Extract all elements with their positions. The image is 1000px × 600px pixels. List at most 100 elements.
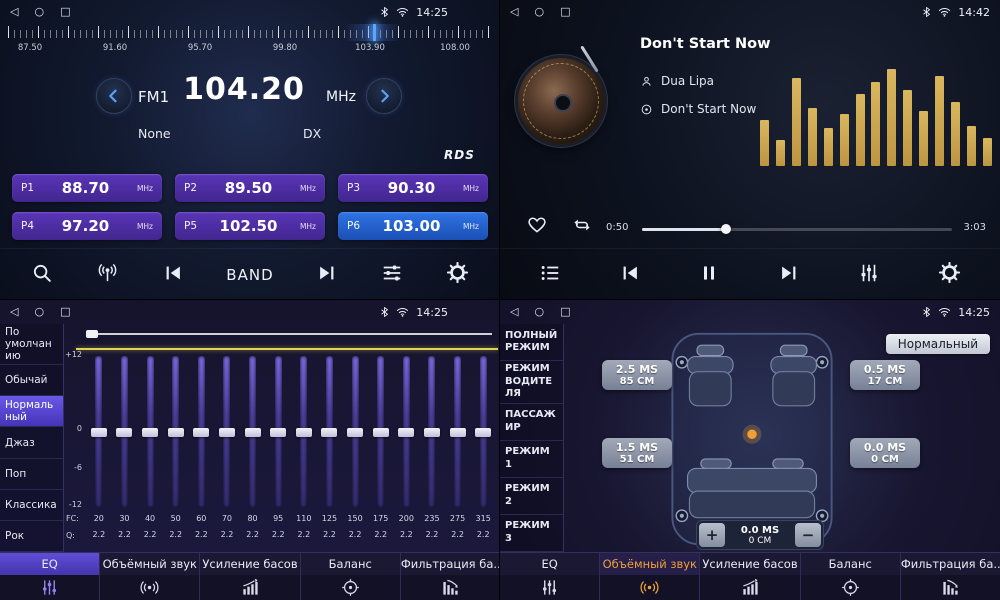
delay-decrease-button[interactable]: − xyxy=(795,523,821,547)
preset-p5[interactable]: P5102.50MHz xyxy=(175,212,325,240)
repeat-button[interactable] xyxy=(572,215,592,239)
playlist-button[interactable] xyxy=(539,262,561,288)
eq-top-rail-handle[interactable] xyxy=(86,330,98,338)
eq-band-handle[interactable] xyxy=(450,428,466,437)
tab-filter[interactable]: Фильтрация ба... xyxy=(901,553,1000,600)
eq-band-slider[interactable] xyxy=(480,356,487,508)
eq-band-handle[interactable] xyxy=(296,428,312,437)
scan-button[interactable] xyxy=(31,262,53,288)
frequency-ruler[interactable]: 87.50 91.60 95.70 99.80 103.90 108.00 xyxy=(0,24,500,60)
previous-station-button[interactable] xyxy=(162,262,184,288)
eq-band-slider[interactable] xyxy=(121,356,128,508)
eq-band-handle[interactable] xyxy=(219,428,235,437)
progress-bar[interactable] xyxy=(642,228,952,231)
tune-down-button[interactable] xyxy=(96,78,132,114)
home-icon[interactable]: ○ xyxy=(534,300,544,324)
next-track-button[interactable] xyxy=(778,262,800,288)
eq-preset-item[interactable]: По умолчанию xyxy=(0,324,63,365)
back-icon[interactable]: ◁ xyxy=(10,0,18,24)
back-icon[interactable]: ◁ xyxy=(10,300,18,324)
eq-band-handle[interactable] xyxy=(398,428,414,437)
eq-band-handle[interactable] xyxy=(270,428,286,437)
preset-p3[interactable]: P390.30MHz xyxy=(338,174,488,202)
listener-position-dot[interactable] xyxy=(747,430,756,439)
home-icon[interactable]: ○ xyxy=(34,0,44,24)
preset-p6[interactable]: P6103.00MHz xyxy=(338,212,488,240)
preset-p4[interactable]: P497.20MHz xyxy=(12,212,162,240)
home-icon[interactable]: ○ xyxy=(534,0,544,24)
delay-rear-right[interactable]: 0.0 MS0 CM xyxy=(850,438,920,468)
tab-bass-boost[interactable]: Усиление басов xyxy=(200,553,300,600)
home-icon[interactable]: ○ xyxy=(34,300,44,324)
next-station-button[interactable] xyxy=(316,262,338,288)
tab-filter[interactable]: Фильтрация ба... xyxy=(401,553,500,600)
eq-band-handle[interactable] xyxy=(321,428,337,437)
eq-band-slider[interactable] xyxy=(403,356,410,508)
recents-icon[interactable]: □ xyxy=(60,300,70,324)
eq-band-slider[interactable] xyxy=(198,356,205,508)
eq-band-handle[interactable] xyxy=(347,428,363,437)
recents-icon[interactable]: □ xyxy=(560,0,570,24)
eq-band-handle[interactable] xyxy=(475,428,491,437)
mode-item-3[interactable]: РЕЖИМ 3 xyxy=(500,515,563,552)
eq-band-slider[interactable] xyxy=(377,356,384,508)
tab-balance[interactable]: Баланс xyxy=(801,553,901,600)
settings-button[interactable] xyxy=(446,261,469,288)
eq-band-handle[interactable] xyxy=(245,428,261,437)
favorite-button[interactable] xyxy=(526,214,548,240)
mode-item-2[interactable]: РЕЖИМ 2 xyxy=(500,478,563,515)
eq-preset-item[interactable]: Нормальный xyxy=(0,396,63,427)
eq-band-slider[interactable] xyxy=(95,356,102,508)
recents-icon[interactable]: □ xyxy=(560,300,570,324)
tab-surround-sound[interactable]: Объёмный звук xyxy=(100,553,200,600)
eq-band-handle[interactable] xyxy=(116,428,132,437)
settings-button[interactable] xyxy=(938,261,961,288)
mode-item-1[interactable]: РЕЖИМ 1 xyxy=(500,441,563,478)
sound-profile-button[interactable]: Нормальный xyxy=(886,334,990,354)
tab-eq[interactable]: EQ xyxy=(0,553,100,600)
recents-icon[interactable]: □ xyxy=(60,0,70,24)
eq-band-slider[interactable] xyxy=(172,356,179,508)
mode-item-full[interactable]: ПОЛНЫЙ РЕЖИМ xyxy=(500,324,563,361)
delay-increase-button[interactable]: + xyxy=(699,523,725,547)
tuner-settings-button[interactable] xyxy=(381,262,403,288)
delay-front-left[interactable]: 2.5 MS85 CM xyxy=(602,360,672,390)
eq-preset-item[interactable]: Поп xyxy=(0,459,63,490)
eq-preset-item[interactable]: Джаз xyxy=(0,427,63,458)
tab-surround-sound[interactable]: Объёмный звук xyxy=(600,553,700,600)
progress-knob[interactable] xyxy=(721,224,731,234)
eq-preset-item[interactable]: Обычай xyxy=(0,365,63,396)
previous-track-button[interactable] xyxy=(619,262,641,288)
eq-band-handle[interactable] xyxy=(424,428,440,437)
eq-preset-item[interactable]: Классика xyxy=(0,490,63,521)
eq-band-slider[interactable] xyxy=(300,356,307,508)
equalizer-button[interactable] xyxy=(858,262,880,288)
eq-band-slider[interactable] xyxy=(223,356,230,508)
eq-band-handle[interactable] xyxy=(91,428,107,437)
preset-p1[interactable]: P188.70MHz xyxy=(12,174,162,202)
eq-preset-item[interactable]: Рок xyxy=(0,521,63,552)
eq-band-handle[interactable] xyxy=(193,428,209,437)
back-icon[interactable]: ◁ xyxy=(510,0,518,24)
eq-band-slider[interactable] xyxy=(275,356,282,508)
auto-tune-button[interactable] xyxy=(96,261,119,288)
tab-balance[interactable]: Баланс xyxy=(301,553,401,600)
eq-band-slider[interactable] xyxy=(326,356,333,508)
preset-p2[interactable]: P289.50MHz xyxy=(175,174,325,202)
band-button[interactable]: BAND xyxy=(226,266,273,284)
eq-band-slider[interactable] xyxy=(428,356,435,508)
eq-band-slider[interactable] xyxy=(454,356,461,508)
tune-up-button[interactable] xyxy=(366,78,402,114)
eq-band-handle[interactable] xyxy=(168,428,184,437)
mode-item-passenger[interactable]: ПАССАЖИР xyxy=(500,404,563,441)
delay-front-right[interactable]: 0.5 MS17 CM xyxy=(850,360,920,390)
play-pause-button[interactable] xyxy=(699,263,719,287)
tab-bass-boost[interactable]: Усиление басов xyxy=(700,553,800,600)
eq-band-handle[interactable] xyxy=(142,428,158,437)
tab-eq[interactable]: EQ xyxy=(500,553,600,600)
delay-rear-left[interactable]: 1.5 MS51 CM xyxy=(602,438,672,468)
eq-band-slider[interactable] xyxy=(147,356,154,508)
eq-band-slider[interactable] xyxy=(249,356,256,508)
back-icon[interactable]: ◁ xyxy=(510,300,518,324)
eq-band-handle[interactable] xyxy=(373,428,389,437)
